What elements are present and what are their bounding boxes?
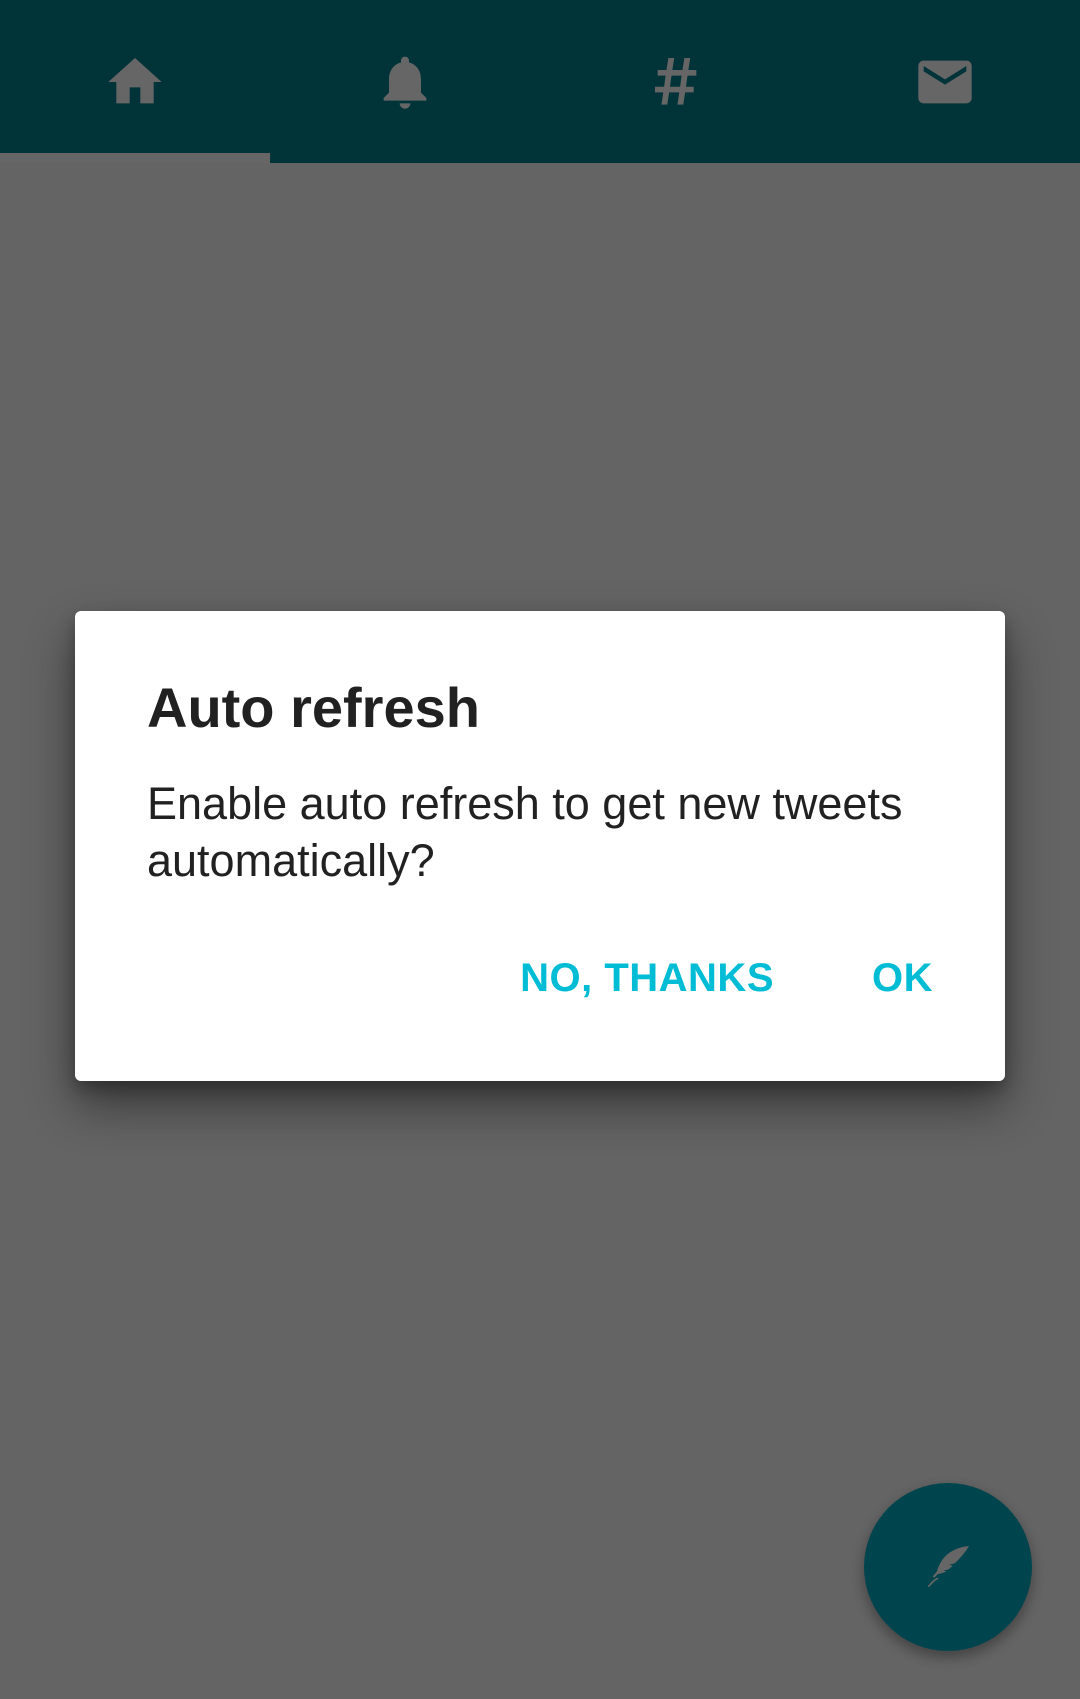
ok-button[interactable]: OK <box>872 956 933 1001</box>
no-thanks-button[interactable]: NO, THANKS <box>520 956 774 1001</box>
dialog-title: Auto refresh <box>147 676 480 739</box>
dialog-message: Enable auto refresh to get new tweets au… <box>147 778 903 886</box>
auto-refresh-dialog: Auto refresh Enable auto refresh to get … <box>75 611 1005 1081</box>
dialog-actions: NO, THANKS OK <box>520 956 933 1001</box>
